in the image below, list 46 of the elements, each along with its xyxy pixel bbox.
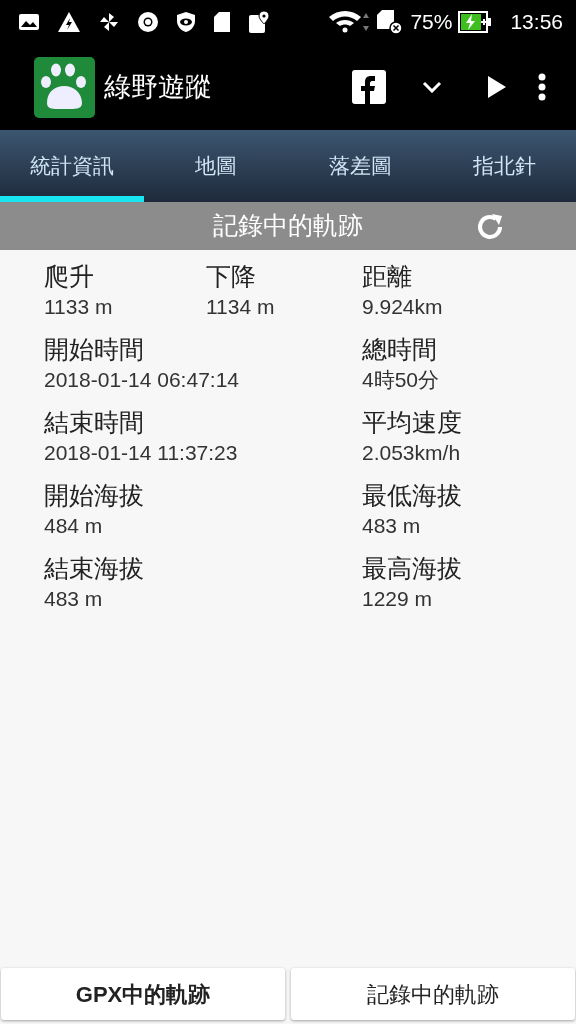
stat-label: 最低海拔	[362, 480, 463, 511]
chevron-down-icon[interactable]	[422, 81, 442, 93]
pinwheel-icon	[98, 11, 120, 33]
tab[interactable]: 落差圖	[288, 130, 432, 202]
stat-label: 結束海拔	[44, 553, 145, 584]
sd-card-error-icon	[376, 9, 405, 35]
warning-bolt-icon	[57, 11, 81, 33]
stat-value: 1133 m	[44, 294, 114, 320]
stat-value: 1229 m	[362, 586, 434, 612]
image-icon	[18, 13, 40, 31]
stat-label: 爬升	[44, 261, 95, 292]
stat-value: 2.053km/h	[362, 440, 462, 466]
stat-value: 484 m	[44, 513, 104, 539]
sd-card-icon	[213, 11, 231, 33]
stat-value: 9.924km	[362, 294, 444, 320]
map-pin-icon	[248, 10, 270, 34]
facebook-button[interactable]	[352, 70, 386, 104]
wifi-icon	[328, 10, 371, 34]
stat-value: 483 m	[362, 513, 422, 539]
tab[interactable]: 指北針	[432, 130, 576, 202]
facebook-icon	[360, 76, 378, 104]
battery-percent: 75%	[410, 9, 453, 36]
stat-value: 1134 m	[206, 294, 276, 320]
stat-label: 總時間	[362, 334, 438, 365]
play-icon[interactable]	[488, 76, 506, 98]
paw-logo	[34, 56, 95, 118]
tab[interactable]: 地圖	[144, 130, 288, 202]
stat-value: 4時50分	[362, 367, 441, 393]
battery-charging-icon	[458, 11, 493, 33]
more-icon[interactable]	[538, 73, 546, 101]
shield-eye-icon	[176, 11, 196, 33]
clock: 13:56	[510, 9, 563, 36]
stat-label: 開始時間	[44, 334, 145, 365]
track-button[interactable]: 記錄中的軌跡	[291, 968, 575, 1020]
stat-value: 2018-01-14 06:47:14	[44, 367, 240, 393]
stat-label: 距離	[362, 261, 413, 292]
stat-label: 下降	[206, 261, 257, 292]
app-title: 綠野遊蹤	[104, 70, 212, 104]
stat-value: 483 m	[44, 586, 104, 612]
stat-label: 最高海拔	[362, 553, 463, 584]
track-button[interactable]: GPX中的軌跡	[1, 968, 285, 1020]
stat-value: 2018-01-14 11:37:23	[44, 440, 239, 466]
section-title: 記錄中的軌跡	[213, 210, 363, 242]
stat-label: 結束時間	[44, 407, 145, 438]
stat-label: 平均速度	[362, 407, 463, 438]
stat-label: 開始海拔	[44, 480, 145, 511]
